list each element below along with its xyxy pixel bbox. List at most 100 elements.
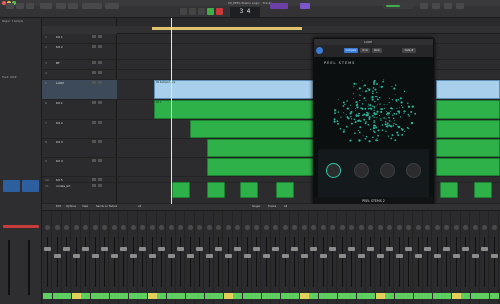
channel-strip[interactable]	[147, 211, 157, 304]
solo-button[interactable]	[98, 61, 102, 64]
channel-strip[interactable]	[252, 211, 261, 304]
fader-handle[interactable]	[338, 254, 346, 258]
channel-strip[interactable]	[280, 211, 290, 304]
fader-track[interactable]	[389, 237, 390, 287]
fader-handle[interactable]	[158, 247, 165, 251]
inspector-mute-bar[interactable]	[3, 225, 39, 228]
pan-knob[interactable]	[102, 225, 107, 230]
inspector-fader-track[interactable]	[8, 240, 10, 295]
green-region[interactable]	[276, 182, 294, 198]
solo-button[interactable]	[98, 45, 102, 48]
fader-track[interactable]	[332, 237, 333, 287]
green-region[interactable]	[190, 120, 314, 138]
channel-strip[interactable]	[470, 211, 480, 304]
power-icon[interactable]	[316, 47, 323, 54]
fader-track[interactable]	[484, 237, 485, 287]
metronome-button[interactable]	[300, 3, 310, 9]
fader-track[interactable]	[75, 237, 77, 287]
mute-button[interactable]	[92, 61, 96, 64]
fader-track[interactable]	[66, 237, 67, 287]
mute-button[interactable]	[92, 71, 96, 74]
fader-track[interactable]	[56, 237, 58, 287]
solo-button[interactable]	[98, 101, 102, 104]
compare-button[interactable]: Compare	[344, 48, 358, 53]
mixer-button[interactable]	[68, 3, 78, 9]
fader-track[interactable]	[161, 237, 162, 287]
pan-knob[interactable]	[149, 225, 155, 230]
solo-button[interactable]	[98, 35, 102, 38]
fader-handle[interactable]	[167, 254, 175, 258]
preset-menu[interactable]: Default	[402, 48, 416, 53]
channel-name-label[interactable]	[489, 293, 499, 299]
undo-button[interactable]: Undo	[360, 48, 370, 53]
channel-strip[interactable]	[242, 211, 252, 304]
green-region[interactable]	[440, 182, 458, 198]
channel-name-label[interactable]	[413, 293, 423, 299]
channel-strip[interactable]	[347, 211, 356, 304]
fader-track[interactable]	[436, 237, 438, 287]
fader-handle[interactable]	[433, 254, 441, 258]
fader-handle[interactable]	[291, 247, 298, 251]
pan-knob[interactable]	[463, 225, 468, 230]
channel-strip[interactable]	[223, 211, 233, 304]
channel-name-label[interactable]	[43, 293, 52, 299]
track-header[interactable]: 2 Kit 2	[42, 44, 117, 60]
fader-track[interactable]	[408, 237, 409, 287]
fader-track[interactable]	[208, 237, 210, 287]
fader-handle[interactable]	[395, 254, 403, 258]
channel-strip[interactable]	[394, 211, 404, 304]
fader-handle[interactable]	[367, 247, 374, 251]
inspector-fader-track-out[interactable]	[28, 240, 30, 295]
fader-track[interactable]	[151, 237, 153, 287]
redo-button[interactable]: Redo	[372, 48, 382, 53]
fader-handle[interactable]	[224, 254, 232, 258]
fader-handle[interactable]	[272, 247, 279, 251]
stem-knob[interactable]	[406, 163, 421, 178]
mute-button[interactable]	[92, 159, 96, 162]
fader-handle[interactable]	[234, 247, 241, 251]
channel-name-label[interactable]	[119, 293, 128, 299]
fader-track[interactable]	[322, 237, 324, 287]
mute-button[interactable]	[92, 140, 96, 143]
channel-name-label[interactable]	[366, 293, 375, 299]
fader-track[interactable]	[113, 237, 115, 287]
fader-track[interactable]	[370, 237, 371, 287]
loop-region[interactable]: 00 Sample Loop	[154, 80, 314, 99]
track-header[interactable]: 9 Kit 4	[42, 158, 117, 177]
fader-track[interactable]	[85, 237, 86, 287]
channel-name-label[interactable]	[233, 293, 242, 299]
mute-button[interactable]	[92, 101, 96, 104]
fader-handle[interactable]	[72, 254, 80, 258]
pan-knob[interactable]	[121, 225, 126, 230]
pan-knob[interactable]	[387, 225, 392, 230]
channel-strip[interactable]	[290, 211, 299, 304]
mute-button[interactable]	[92, 178, 96, 181]
channel-name-label[interactable]	[423, 293, 432, 299]
pan-knob[interactable]	[206, 225, 212, 230]
channel-name-label[interactable]	[138, 293, 147, 299]
stem-knob[interactable]	[354, 163, 369, 178]
mixer-tracks-button[interactable]: Tracks	[268, 205, 276, 208]
track-name[interactable]: Kit 1	[56, 35, 63, 39]
pan-knob[interactable]	[244, 225, 250, 230]
pan-knob[interactable]	[54, 225, 60, 230]
channel-name-label[interactable]	[52, 293, 62, 299]
green-region[interactable]: Kit 1	[154, 100, 314, 119]
fader-track[interactable]	[474, 237, 476, 287]
track-name[interactable]: Kit 1	[56, 101, 63, 105]
pan-knob[interactable]	[64, 225, 69, 230]
channel-strip[interactable]	[404, 211, 413, 304]
channel-strip[interactable]	[128, 211, 138, 304]
fader-track[interactable]	[417, 237, 419, 287]
channel-name-label[interactable]	[461, 293, 470, 299]
rewind-button[interactable]	[180, 8, 187, 15]
pan-knob[interactable]	[235, 225, 240, 230]
fader-handle[interactable]	[148, 254, 156, 258]
fader-handle[interactable]	[262, 254, 270, 258]
fader-track[interactable]	[351, 237, 352, 287]
pan-knob[interactable]	[168, 225, 174, 230]
fader-track[interactable]	[465, 237, 466, 287]
channel-strip[interactable]	[81, 211, 90, 304]
fader-track[interactable]	[256, 237, 257, 287]
fader-track[interactable]	[237, 237, 238, 287]
